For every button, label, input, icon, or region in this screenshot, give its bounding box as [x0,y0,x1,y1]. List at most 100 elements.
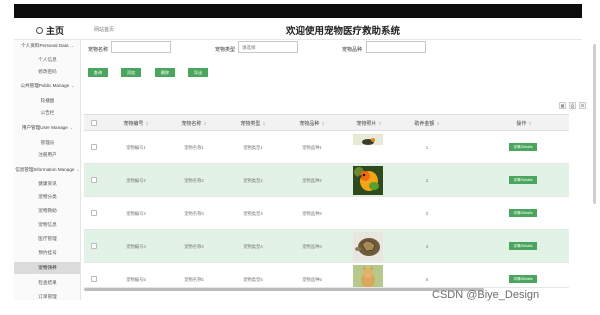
cell-type: 宠物类型4 [243,244,263,249]
sidebar-group-info[interactable]: 信息管理Information Manage ⌄ [14,167,80,173]
sidebar-item-petinfo[interactable]: 宠物信息 [14,222,80,228]
table-row: 宠物编号2 宠物名称2 宠物类型2 宠物品种2 2 详情/Details [84,164,569,197]
cell-amount: 3 [425,211,429,216]
cell-name: 宠物名称2 [184,178,204,183]
cell-breed: 宠物品种3 [302,211,322,216]
cell-type: 宠物类型5 [243,277,263,282]
watermark: CSDN @Biye_Design [432,289,540,301]
cell-breed: 宠物品种5 [302,277,322,282]
pet-breed-input[interactable] [366,41,426,53]
chevron-down-icon: ⌄ [76,167,80,172]
horizontal-scrollbar[interactable] [84,288,484,291]
row-checkbox[interactable] [91,276,97,282]
cell-type: 宠物类型3 [243,211,263,216]
top-bar [14,4,582,18]
cat-photo [353,265,383,287]
sidebar-group-user[interactable]: 用户管理User Manage ⌄ [14,125,80,131]
cell-type: 宠物类型2 [243,178,263,183]
sort-icon: ⇕ [436,121,440,126]
row-checkbox[interactable] [91,177,97,183]
sidebar-item-carousel[interactable]: 轮播图 [14,98,80,104]
table-row: 宠物编号5 宠物名称5 宠物类型5 宠物品种5 5 详情/Details [84,263,569,288]
sidebar-item-users[interactable]: 注册用户 [14,152,80,158]
page-title: 欢迎使用宠物医疗救助系统 [285,26,400,37]
sidebar-item-profile[interactable]: 个人信息 [14,57,80,63]
pet-name-label: 宠物名称 [88,47,109,53]
cell-id: 宠物编号5 [126,277,146,282]
cell-breed: 宠物品种2 [302,178,322,183]
sort-icon: ⇕ [321,121,325,126]
columns-icon[interactable]: ▦ [559,102,566,109]
chevron-down-icon: ⌄ [71,83,75,88]
pet-type-label: 宠物类型 [215,47,236,53]
sidebar-item-adoption[interactable]: 宠物领养 [14,262,80,274]
bird-photo [353,133,383,145]
cell-amount: 4 [425,244,429,249]
sidebar-item-news[interactable]: 健康资讯 [14,181,80,187]
table-toolbar: ▦ ⎙ ⚙ [559,102,586,109]
sort-icon: ⇕ [145,121,149,126]
sidebar-item-medical[interactable]: 医疗管理 [14,236,80,242]
pet-name-input[interactable] [111,41,171,53]
cell-amount: 1 [425,145,429,150]
cell-name: 宠物名称4 [184,244,204,249]
delete-button[interactable]: 删除 [155,68,175,77]
sidebar-group-personal[interactable]: 个人资料Personal Data ⌄ [14,43,80,49]
cell-id: 宠物编号3 [126,211,146,216]
vertical-scrollbar[interactable] [593,44,596,204]
print-icon[interactable]: ⎙ [569,102,576,109]
select-all-checkbox[interactable] [91,120,97,126]
tortoise-photo [353,232,383,261]
cell-breed: 宠物品种4 [302,244,322,249]
row-checkbox[interactable] [91,210,97,216]
sidebar-item-results[interactable]: 检查结果 [14,280,80,286]
row-checkbox[interactable] [91,243,97,249]
sidebar-item-orders[interactable]: 订单管理 [14,294,80,300]
export-button[interactable]: 导出 [188,68,208,77]
table-row: 宠物编号1 宠物名称1 宠物类型1 宠物品种1 1 详情/Details [84,131,569,164]
column-header-breed[interactable]: 宠物品种 ⇕ [282,120,342,127]
details-button[interactable]: 详情/Details [509,275,537,283]
row-checkbox[interactable] [91,144,97,150]
cell-id: 宠物编号2 [126,178,146,183]
table-row: 宠物编号4 宠物名称4 宠物类型4 宠物品种4 4 详情/Details [84,230,569,263]
pet-breed-label: 宠物品种 [342,47,363,53]
sidebar-item-password[interactable]: 修改密码 [14,69,80,75]
chevron-down-icon: ⌄ [69,125,74,130]
column-header-type[interactable]: 宠物类型 ⇕ [223,120,283,127]
column-header-id[interactable]: 宠物编号 ⇕ [106,120,166,127]
sort-icon: ⇕ [378,121,382,126]
pet-type-select[interactable] [238,41,298,53]
cell-breed: 宠物品种1 [302,145,322,150]
sidebar: 个人资料Personal Data ⌄ 个人信息 修改密码 公共管理Public … [14,40,81,300]
sidebar-item-admin[interactable]: 管理员 [14,140,80,146]
cell-id: 宠物编号4 [126,244,146,249]
cell-type: 宠物类型1 [243,145,263,150]
sort-icon: ⇕ [203,121,207,126]
parrot-photo [353,166,383,195]
settings-icon[interactable]: ⚙ [579,102,586,109]
sidebar-group-public[interactable]: 公共管理Public Manage ⌄ [14,83,80,89]
cell-name: 宠物名称3 [184,211,204,216]
cell-amount: 2 [425,178,429,183]
sidebar-item-notice[interactable]: 公告栏 [14,110,80,116]
header: 主页 网站首页 欢迎使用宠物医疗救助系统 [14,20,582,40]
cell-id: 宠物编号1 [126,145,146,150]
column-header-name[interactable]: 宠物名称 ⇕ [164,120,224,127]
column-header-amount[interactable]: 助养金额 ⇕ [397,120,457,127]
sort-icon: ⇕ [528,121,532,126]
add-button[interactable]: 添加 [121,68,141,77]
cell-name: 宠物名称1 [184,145,204,150]
details-button[interactable]: 详情/Details [509,176,537,184]
column-header-photo[interactable]: 宠物照片 ⇕ [339,120,399,127]
details-button[interactable]: 详情/Details [509,143,537,151]
sidebar-item-category[interactable]: 宠物分类 [14,194,80,200]
sort-icon: ⇕ [262,121,266,126]
sidebar-item-appointment[interactable]: 预约挂号 [14,250,80,256]
table-row: 宠物编号3 宠物名称3 宠物类型3 宠物品种3 3 详情/Details [84,197,569,230]
sidebar-item-rescue[interactable]: 宠物救助 [14,208,80,214]
chevron-down-icon: ⌄ [70,43,74,48]
query-button[interactable]: 查询 [88,68,108,77]
details-button[interactable]: 详情/Details [509,242,537,250]
details-button[interactable]: 详情/Details [509,209,537,217]
